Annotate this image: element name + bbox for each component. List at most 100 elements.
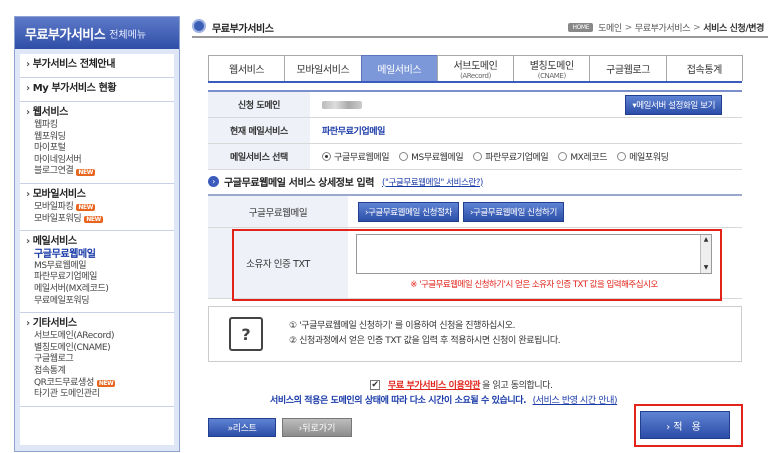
sidebar-item-label: 타기관 도메인관리 [34,389,100,400]
tab-label: 웹서비스 [229,65,265,76]
radio-icon[interactable] [322,152,331,161]
service-time-link[interactable]: (서비스 반영 시간 안내) [533,396,618,406]
current-mail-value: 파란무료기업메일 [322,127,386,137]
sidebar-item[interactable]: MS무료웹메일 [26,261,168,273]
sidebar-heading[interactable]: 메일서비스 [26,235,168,249]
breadcrumb-item-domain[interactable]: 도메인 [598,21,622,34]
sidebar-item-label: 모바일포워딩 [34,213,82,224]
sidebar-item-label: 마이포털 [34,143,66,154]
tab-1[interactable]: 모바일서비스 [284,55,362,81]
sidebar-heading[interactable]: 기타서비스 [26,317,168,331]
sidebar-section: 메일서비스구글무료웹메일MS무료웹메일파란무료기업메일메일서버(MX레코드)무료… [20,231,174,314]
sidebar-heading[interactable]: My 부가서비스 현황 [26,82,168,96]
question-icon: ? [229,317,263,351]
sidebar-item-label: 웹파킹 [34,120,58,130]
tab-0[interactable]: 웹서비스 [208,55,286,81]
new-badge: NEW [96,379,116,387]
sidebar-heading[interactable]: 부가서비스 전체안내 [26,58,168,72]
sidebar-item[interactable]: 서브도메인(ARecord) [26,331,168,343]
sidebar-item-label: 별칭도메인(CNAME) [34,342,111,353]
mail-option-2[interactable]: 파란무료기업메일 [473,150,549,163]
sidebar-section: 웹서비스웹파킹웹포워딩마이포털마이네임서버블로그연결NEW [20,102,174,184]
mail-option-label: 구글무료웹메일 [334,153,390,163]
notice-line-1: ① '구글무료웹메일 신청하기' 를 이용하여 신청을 진행하십시오. [289,321,516,331]
sidebar-item[interactable]: 별칭도메인(CNAME) [26,343,168,355]
page-title: 무료부가서비스 [212,24,274,35]
google-mail-procedure-button[interactable]: ›구글무료웹메일 신청절차 [358,201,459,222]
sidebar-item-label: 모바일파킹 [34,201,74,212]
sidebar-item[interactable]: 타기관 도메인관리 [26,389,168,401]
terms-link[interactable]: 무료 부가서비스 이용약관 [388,378,481,391]
service-info-link[interactable]: ("구글무료웹메일" 서비스란?) [382,176,483,188]
radio-icon[interactable] [558,152,568,161]
row-domain: 신청 도메인 ▾메일서버 설정화일 보기 [208,92,742,118]
new-badge: NEW [84,215,103,223]
tab-4[interactable]: 별칭도메인 (CNAME) [513,55,591,81]
sidebar-item[interactable]: 웹파킹 [26,120,168,132]
sidebar-item[interactable]: 파란무료기업메일 [26,272,168,284]
sidebar-item[interactable]: 마이네임서버 [26,155,168,167]
section-title: › 구글무료웹메일 서비스 상세정보 입력 ("구글무료웹메일" 서비스란?) [208,174,483,189]
mail-config-view-button[interactable]: ▾메일서버 설정화일 보기 [625,94,722,115]
sidebar-item[interactable]: 웹포워딩 [26,132,168,144]
google-mail-apply-button[interactable]: ›구글무료웹메일 신청하기 [462,201,564,222]
sidebar-section: 기타서비스서브도메인(ARecord)별칭도메인(CNAME)구글웹로그접속통계… [20,313,174,407]
radio-icon[interactable] [399,152,409,161]
sidebar-item[interactable]: 마이포털 [26,143,168,155]
page-header: 무료부가서비스 HOME 도메인 > 무료부가서비스 > 서비스 신청/변경 [192,16,768,38]
sidebar-title[interactable]: 무료부가서비스 전체메뉴 [15,17,179,49]
list-button[interactable]: »리스트 [208,418,276,437]
new-badge: NEW [76,204,95,212]
sidebar-section: 모바일서비스모바일파킹NEW모바일포워딩NEW [20,184,174,232]
back-button[interactable]: ›뒤로가기 [282,418,352,437]
sidebar-heading[interactable]: 모바일서비스 [26,188,168,202]
sidebar-item-label: 파란무료기업메일 [34,272,98,283]
domain-value-redacted [322,100,362,109]
sidebar-item[interactable]: 모바일파킹 NEW [26,202,168,214]
mail-option-4[interactable]: 메일포워딩 [617,150,669,163]
tab-label: 메일서비스 [377,65,422,76]
breadcrumb-item-free[interactable]: 무료부가서비스 [635,21,691,34]
sidebar-item-label: 마이네임서버 [34,154,82,165]
mail-option-3[interactable]: MX레코드 [558,150,607,163]
sidebar-item-label: 무료메일포워딩 [34,295,90,306]
tab-5[interactable]: 구글웹로그 [589,55,667,81]
mail-option-0[interactable]: 구글무료웹메일 [322,150,390,163]
sidebar-item[interactable]: 접속통계 [26,366,168,378]
notice-line-2: ② 신청과정에서 얻은 인증 TXT 값을 입력 후 적용하시면 신청이 완료됩… [289,336,561,346]
sidebar-item-label: 구글무료웹메일 [34,249,96,261]
mail-option-label: MX레코드 [570,153,608,163]
sidebar-heading[interactable]: 웹서비스 [26,106,168,120]
radio-icon[interactable] [617,152,627,161]
tab-6[interactable]: 접속통계 [665,55,743,81]
home-icon[interactable]: HOME [568,23,594,32]
sidebar-item[interactable]: QR코드무료생성 NEW [26,378,168,390]
tab-2[interactable]: 메일서비스 [360,55,438,81]
tab-sublabel: (CNAME) [537,72,566,80]
sidebar-item[interactable]: 구글무료웹메일 [26,249,168,261]
sidebar-item[interactable]: 메일서버(MX레코드) [26,284,168,296]
section-arrow-icon: › [208,176,219,187]
highlight-box-apply [634,404,743,447]
sidebar-item[interactable]: 무료메일포워딩 [26,296,168,308]
mail-option-label: MS무료웹메일 [411,153,464,163]
mail-option-label: 메일포워딩 [629,153,669,163]
mail-form-table: 신청 도메인 ▾메일서버 설정화일 보기 현재 메일서비스 파란무료기업메일 메… [208,90,742,170]
agree-checkbox[interactable]: ✔ [370,379,380,390]
label-domain: 신청 도메인 [208,92,310,117]
sidebar-item-label: 웹포워딩 [34,131,66,142]
tab-3[interactable]: 서브도메인 (ARecord) [436,55,515,81]
sidebar-item-label: 블로그연결 [34,166,74,177]
sidebar-item-label: QR코드무료생성 [34,377,94,388]
mail-option-1[interactable]: MS무료웹메일 [399,150,464,163]
sidebar-item[interactable]: 구글웹로그 [26,354,168,366]
sidebar-title-main: 무료부가서비스 [25,27,106,43]
service-note: 서비스의 적용은 도메인의 상태에 따라 다소 시간이 소요될 수 있습니다. … [270,393,618,406]
sidebar-item[interactable]: 블로그연결 NEW [26,166,168,178]
radio-icon[interactable] [473,152,483,161]
tab-sublabel: (ARecord) [460,72,491,80]
row-current-mail: 현재 메일서비스 파란무료기업메일 [208,118,742,144]
tab-label: 구글웹로그 [606,65,651,76]
service-note-text: 서비스의 적용은 도메인의 상태에 따라 다소 시간이 소요될 수 있습니다. [270,396,527,406]
sidebar-item[interactable]: 모바일포워딩 NEW [26,214,168,226]
